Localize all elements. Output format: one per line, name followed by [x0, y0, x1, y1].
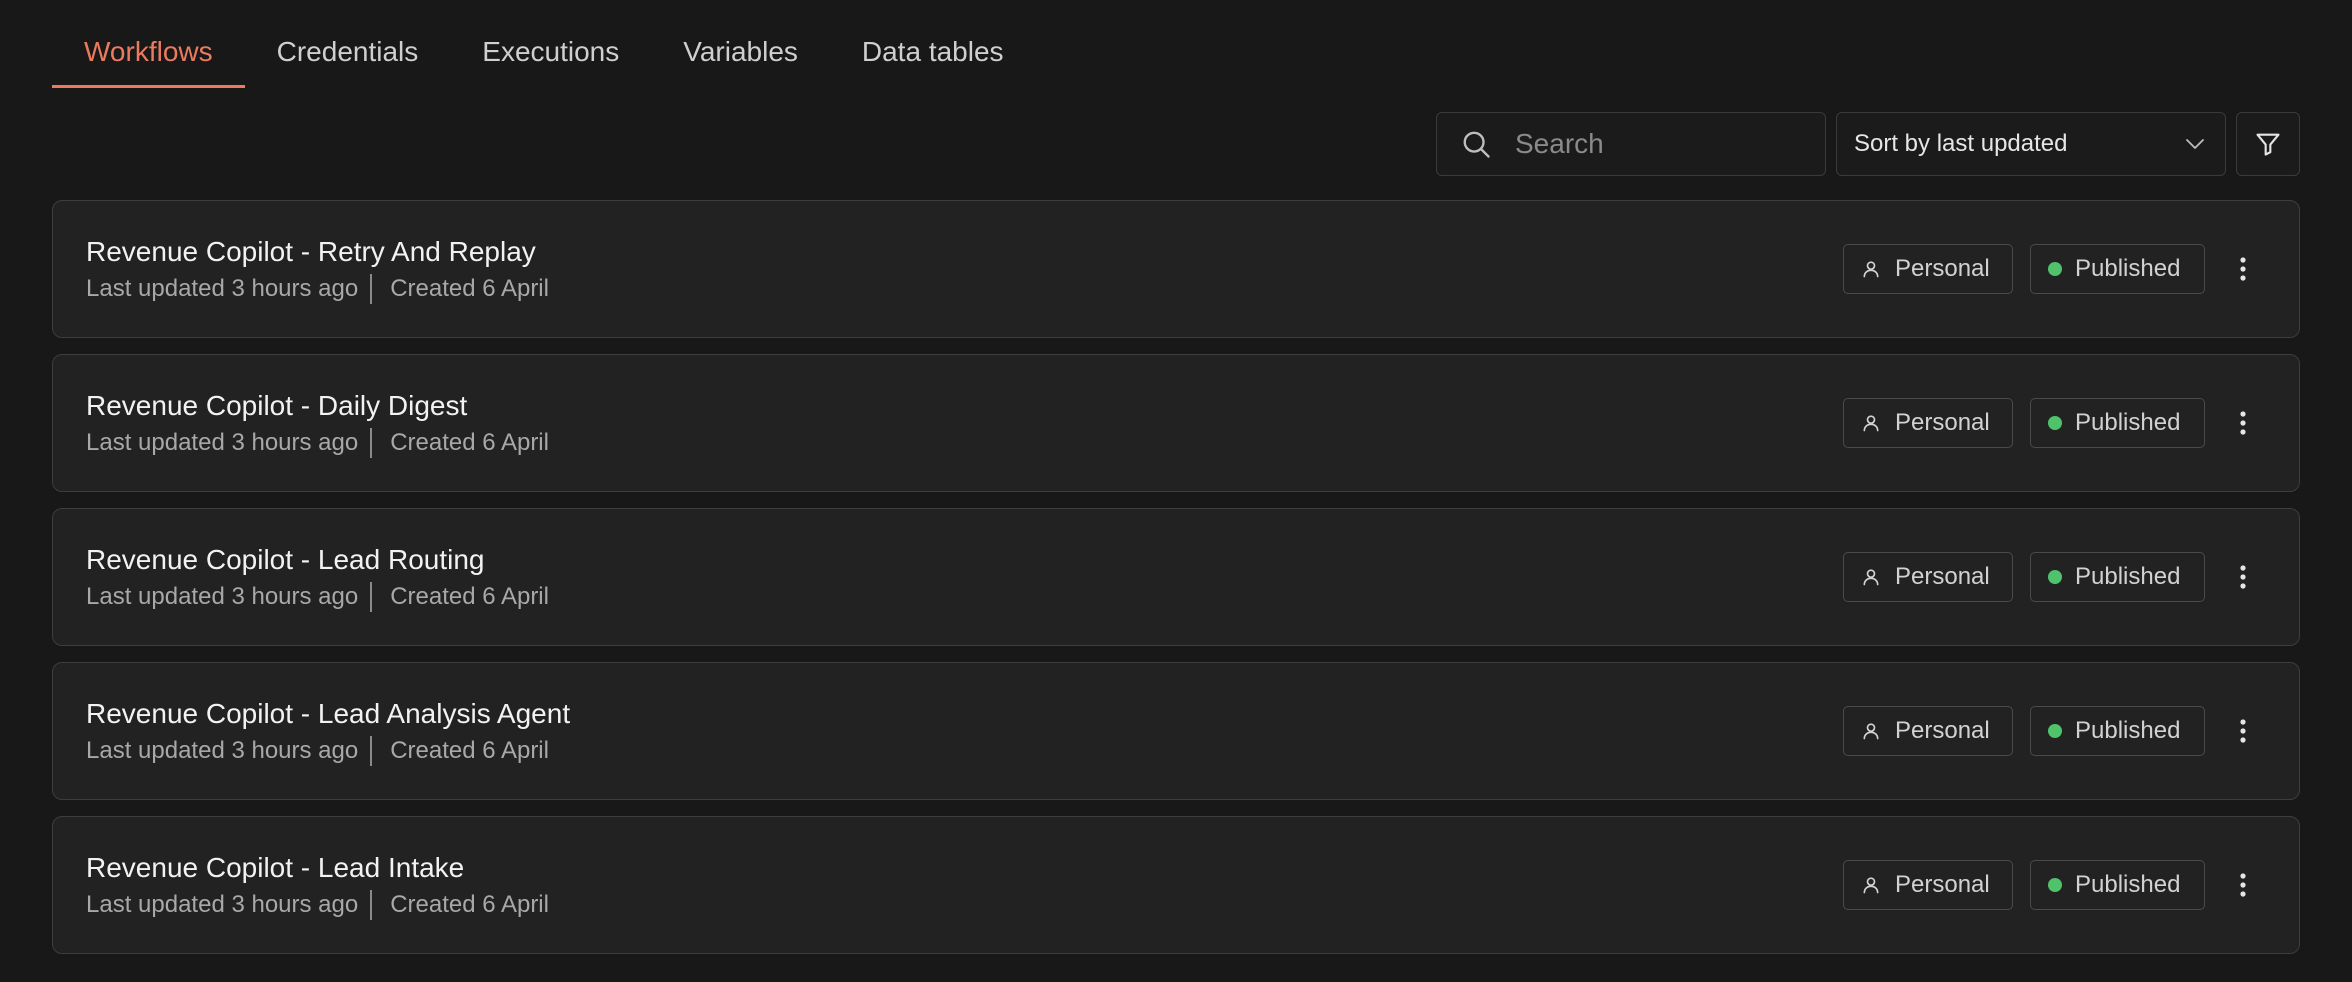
status-badge: Published — [2030, 398, 2205, 448]
owner-badge[interactable]: Personal — [1843, 552, 2013, 602]
chevron-down-icon — [2186, 139, 2204, 149]
status-badge: Published — [2030, 860, 2205, 910]
filter-icon — [2256, 133, 2280, 156]
workflow-title[interactable]: Revenue Copilot - Lead Analysis Agent — [86, 698, 570, 730]
meta-divider — [370, 274, 373, 304]
workflow-badges: Personal Published — [1843, 706, 2253, 756]
user-icon — [1863, 877, 1879, 894]
sort-select-value: Sort by last updated — [1854, 130, 2068, 157]
more-vertical-icon — [2240, 719, 2246, 743]
meta-divider — [370, 736, 373, 766]
status-dot-icon — [2048, 724, 2062, 738]
search-icon — [1463, 131, 1490, 158]
status-badge: Published — [2030, 706, 2205, 756]
status-dot-icon — [2048, 262, 2062, 276]
owner-badge-label: Personal — [1895, 409, 1990, 436]
status-dot-icon — [2048, 416, 2062, 430]
user-icon — [1863, 569, 1879, 586]
filter-button[interactable] — [2236, 112, 2300, 176]
workflow-meta: Last updated 3 hours ago Created 6 April — [86, 428, 549, 458]
status-badge: Published — [2030, 552, 2205, 602]
workflow-title[interactable]: Revenue Copilot - Daily Digest — [86, 390, 467, 422]
workflow-title[interactable]: Revenue Copilot - Lead Routing — [86, 544, 484, 576]
workflow-card[interactable]: Revenue Copilot - Lead Analysis Agent La… — [52, 662, 2300, 800]
workflow-list: Revenue Copilot - Retry And Replay Last … — [52, 200, 2300, 970]
tab-data-tables[interactable]: Data tables — [830, 0, 1036, 88]
workflow-created: Created 6 April — [390, 275, 549, 302]
tab-bar: Workflows Credentials Executions Variabl… — [52, 0, 1036, 88]
workflow-card[interactable]: Revenue Copilot - Lead Intake Last updat… — [52, 816, 2300, 954]
workflow-last-updated: Last updated 3 hours ago — [86, 275, 359, 302]
owner-badge[interactable]: Personal — [1843, 860, 2013, 910]
workflow-created: Created 6 April — [390, 891, 549, 918]
workflow-badges: Personal Published — [1843, 860, 2253, 910]
meta-divider — [370, 582, 373, 612]
status-badge-label: Published — [2075, 871, 2181, 898]
more-vertical-icon — [2240, 257, 2246, 281]
workflow-last-updated: Last updated 3 hours ago — [86, 429, 359, 456]
workflow-created: Created 6 April — [390, 583, 549, 610]
more-options-button[interactable] — [2233, 244, 2253, 294]
workflow-badges: Personal Published — [1843, 398, 2253, 448]
status-dot-icon — [2048, 878, 2062, 892]
meta-divider — [370, 890, 373, 920]
workflow-card[interactable]: Revenue Copilot - Retry And Replay Last … — [52, 200, 2300, 338]
tab-workflows[interactable]: Workflows — [52, 0, 245, 88]
toolbar: Sort by last updated — [1436, 112, 2300, 176]
owner-badge-label: Personal — [1895, 717, 1990, 744]
workflow-last-updated: Last updated 3 hours ago — [86, 737, 359, 764]
workflow-badges: Personal Published — [1843, 552, 2253, 602]
workflow-meta: Last updated 3 hours ago Created 6 April — [86, 582, 549, 612]
more-options-button[interactable] — [2233, 860, 2253, 910]
more-vertical-icon — [2240, 565, 2246, 589]
owner-badge[interactable]: Personal — [1843, 706, 2013, 756]
workflow-title[interactable]: Revenue Copilot - Lead Intake — [86, 852, 464, 884]
workflow-last-updated: Last updated 3 hours ago — [86, 583, 359, 610]
user-icon — [1863, 415, 1879, 432]
workflow-created: Created 6 April — [390, 737, 549, 764]
workflow-created: Created 6 April — [390, 429, 549, 456]
owner-badge-label: Personal — [1895, 255, 1990, 282]
sort-select[interactable]: Sort by last updated — [1836, 112, 2226, 176]
workflow-card[interactable]: Revenue Copilot - Daily Digest Last upda… — [52, 354, 2300, 492]
workflow-meta: Last updated 3 hours ago Created 6 April — [86, 736, 549, 766]
more-vertical-icon — [2240, 411, 2246, 435]
status-badge-label: Published — [2075, 717, 2181, 744]
workflow-last-updated: Last updated 3 hours ago — [86, 891, 359, 918]
workflow-meta: Last updated 3 hours ago Created 6 April — [86, 274, 549, 304]
workflow-card[interactable]: Revenue Copilot - Lead Routing Last upda… — [52, 508, 2300, 646]
status-dot-icon — [2048, 570, 2062, 584]
workflow-meta: Last updated 3 hours ago Created 6 April — [86, 890, 549, 920]
owner-badge-label: Personal — [1895, 871, 1990, 898]
status-badge: Published — [2030, 244, 2205, 294]
search-box[interactable] — [1436, 112, 1826, 176]
owner-badge-label: Personal — [1895, 563, 1990, 590]
search-input[interactable] — [1513, 127, 1797, 161]
owner-badge[interactable]: Personal — [1843, 398, 2013, 448]
meta-divider — [370, 428, 373, 458]
owner-badge[interactable]: Personal — [1843, 244, 2013, 294]
more-options-button[interactable] — [2233, 552, 2253, 602]
tab-variables[interactable]: Variables — [651, 0, 830, 88]
more-vertical-icon — [2240, 873, 2246, 897]
workflow-badges: Personal Published — [1843, 244, 2253, 294]
more-options-button[interactable] — [2233, 398, 2253, 448]
status-badge-label: Published — [2075, 255, 2181, 282]
status-badge-label: Published — [2075, 409, 2181, 436]
tab-credentials[interactable]: Credentials — [245, 0, 451, 88]
tab-executions[interactable]: Executions — [450, 0, 651, 88]
workflow-title[interactable]: Revenue Copilot - Retry And Replay — [86, 236, 536, 268]
user-icon — [1863, 261, 1879, 278]
status-badge-label: Published — [2075, 563, 2181, 590]
user-icon — [1863, 723, 1879, 740]
more-options-button[interactable] — [2233, 706, 2253, 756]
